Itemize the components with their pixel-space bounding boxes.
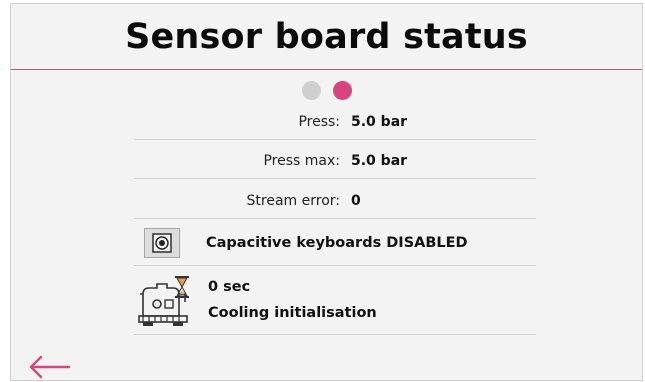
cooling-time: 0 sec	[208, 279, 251, 295]
page-dot-2-active[interactable]	[332, 81, 352, 100]
stream-error-label: Stream error:	[246, 192, 340, 209]
press-row: Press: 5.0 bar	[134, 104, 536, 140]
cooling-status: Cooling initialisation	[208, 305, 377, 321]
capacitive-keyboard-status: Capacitive keyboards DISABLED	[206, 234, 468, 251]
capacitive-keyboard-row: Capacitive keyboards DISABLED	[134, 220, 536, 266]
title-divider	[11, 69, 642, 70]
press-max-row: Press max: 5.0 bar	[134, 143, 536, 179]
press-max-value: 5.0 bar	[351, 152, 408, 169]
page-indicator	[11, 81, 642, 100]
page-dot-1[interactable]	[301, 81, 321, 100]
capacitive-key-icon	[144, 227, 180, 258]
sensor-status-screen: Sensor board status Press: 5.0 bar Press…	[10, 3, 643, 381]
stream-error-row: Stream error: 0	[134, 183, 536, 219]
page-title: Sensor board status	[125, 16, 528, 57]
machine-hourglass-icon	[138, 276, 189, 326]
press-value: 5.0 bar	[351, 113, 408, 130]
cooling-row: 0 sec Cooling initialisation	[134, 266, 536, 335]
press-label: Press:	[298, 113, 340, 130]
press-max-label: Press max:	[263, 152, 340, 169]
back-arrow-icon[interactable]	[27, 354, 73, 380]
stream-error-value: 0	[351, 192, 361, 209]
